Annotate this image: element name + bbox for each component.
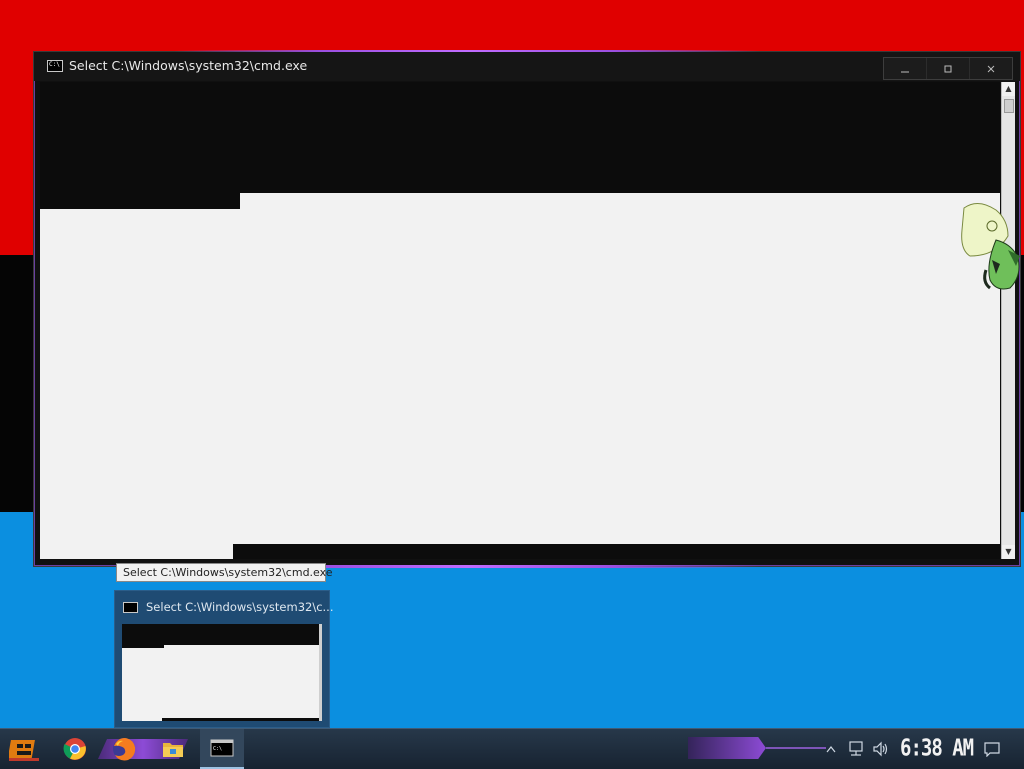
chrome-icon [63, 738, 86, 760]
cmd-app-icon [123, 602, 138, 613]
chevron-up-icon [826, 746, 836, 753]
taskbar-firefox-button[interactable] [104, 729, 144, 769]
start-logo-icon [9, 740, 39, 761]
thumbnail-console-black [122, 624, 322, 645]
cmd-app-icon[interactable]: C:\ [47, 60, 63, 72]
firefox-icon [113, 738, 136, 761]
volume-icon [873, 741, 888, 757]
start-button[interactable] [4, 729, 44, 769]
maximize-button[interactable] [927, 58, 970, 79]
show-hidden-icons-button[interactable] [826, 729, 836, 769]
window-titlebar[interactable]: C:\ Select C:\Windows\system32\cmd.exe [34, 52, 1020, 81]
network-icon [849, 741, 863, 756]
cmd-icon: C:\ [210, 739, 234, 757]
scroll-up-button[interactable]: ▲ [1002, 82, 1015, 96]
thumbnail-window-preview[interactable] [122, 624, 322, 721]
scroll-down-button[interactable]: ▼ [1002, 545, 1015, 559]
taskbar-decoration-line [766, 747, 826, 749]
taskbar-tooltip: Select C:\Windows\system32\cmd.exe [116, 563, 333, 582]
folder-icon [163, 743, 183, 757]
scrollbar-thumb[interactable] [1004, 99, 1014, 113]
window-title: Select C:\Windows\system32\cmd.exe [69, 58, 308, 73]
action-center-button[interactable] [982, 729, 1002, 769]
thumbnail-console-notch [122, 645, 164, 648]
taskbar-file-explorer-button[interactable] [158, 729, 188, 769]
taskbar-thumbnail-preview[interactable]: Select C:\Windows\system32\c... [114, 590, 334, 728]
desktop-mascot-image [961, 203, 1020, 290]
cmd-window[interactable]: C:\ Select C:\Windows\system32\cmd.exe ▲… [33, 50, 1021, 568]
volume-tray-button[interactable] [872, 729, 890, 769]
close-button[interactable] [970, 58, 1012, 79]
vertical-scrollbar[interactable]: ▲ ▼ [1001, 82, 1015, 559]
console-unselected-region-top [40, 193, 240, 209]
taskbar-chrome-button[interactable] [58, 729, 92, 769]
minimize-button[interactable] [884, 58, 927, 79]
thumbnail-title: Select C:\Windows\system32\c... [146, 600, 334, 614]
network-tray-button[interactable] [848, 729, 866, 769]
maximize-icon [944, 65, 952, 72]
taskbar-cmd-button[interactable]: C:\ [200, 729, 244, 769]
console-output-area[interactable] [40, 82, 1000, 193]
thumbnail-scrollbar [319, 624, 322, 721]
svg-text:C:\: C:\ [213, 746, 222, 752]
thumbnail-console-bottom [162, 718, 319, 721]
minimize-icon [901, 71, 909, 72]
taskbar-clock[interactable]: 6:38 AM [900, 735, 974, 761]
console-unselected-region-bottom [233, 544, 1000, 559]
action-center-icon [984, 741, 1000, 757]
taskbar-decoration [688, 737, 766, 759]
console-selection-highlight[interactable] [40, 193, 1000, 559]
window-controls [883, 57, 1013, 80]
taskbar: C:\ 6:38 AM [0, 728, 1024, 769]
close-icon [987, 65, 995, 72]
